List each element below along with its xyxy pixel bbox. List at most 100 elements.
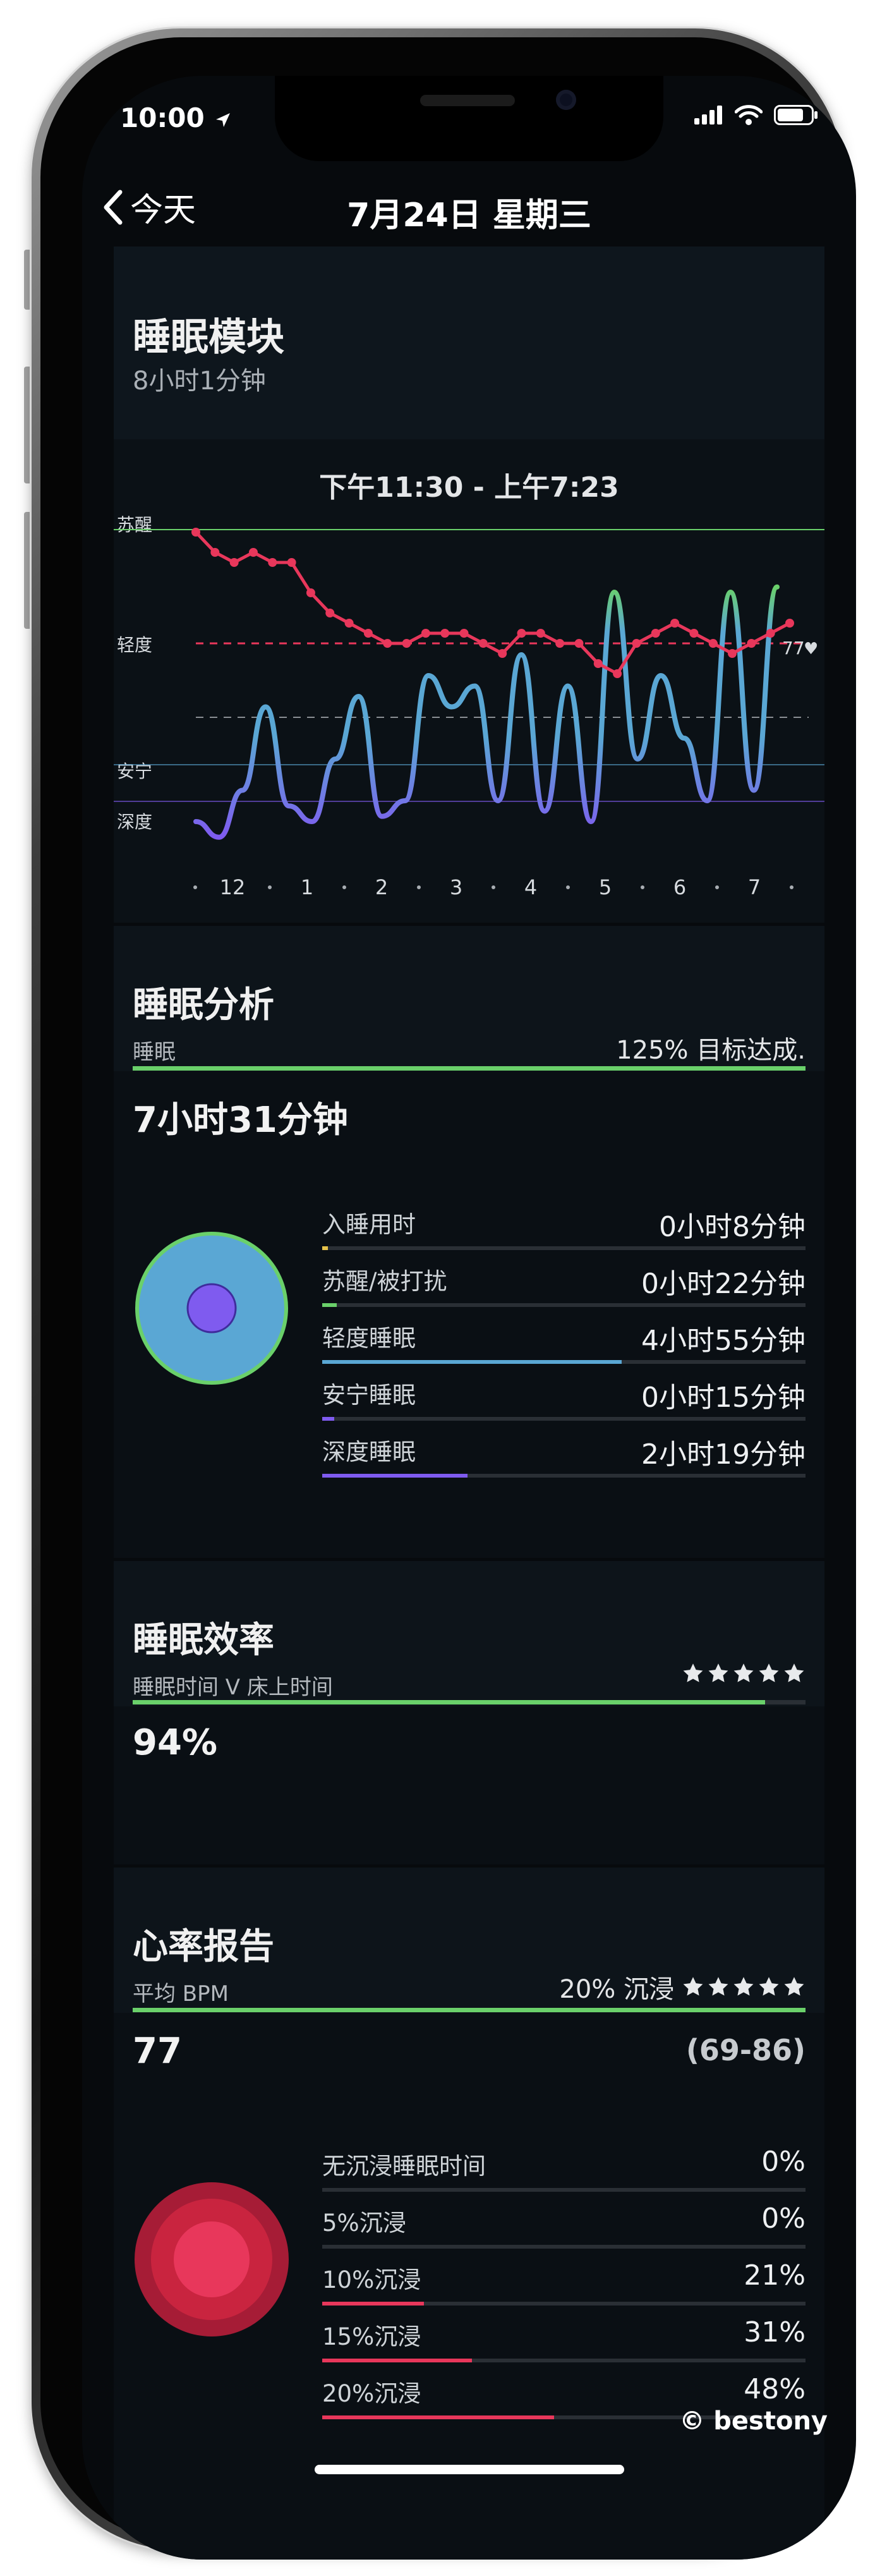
sleep-analysis-section: 睡眠分析 睡眠 125% 目标达成. 7小时31分钟 入睡用时 0小时8分钟 苏醒/…	[114, 926, 824, 1558]
heart-rate-point	[229, 558, 239, 567]
x-tick-dot	[268, 885, 272, 889]
heart-rate-point	[632, 639, 641, 648]
sleep-stage-line	[193, 584, 780, 840]
stage-label-restful: 安宁	[117, 761, 152, 782]
heart-rate-point	[498, 649, 507, 658]
efficiency-subtitle: 睡眠时间 V 床上时间	[133, 1675, 333, 1700]
x-tick-label: 2	[375, 875, 388, 899]
star-icon	[683, 1977, 703, 1996]
analysis-row-value: 2小时19分钟	[641, 1438, 806, 1471]
signal-icon	[694, 106, 722, 125]
analysis-row-bar	[322, 1303, 806, 1307]
heart-row: 无沉浸睡眠时间 0%	[322, 2146, 806, 2199]
screen: 10:00 今天 7月24日 星期三 睡眠模块 8小时1分钟 下午11:30 -…	[82, 76, 856, 2560]
heart-row-label: 5%沉浸	[322, 2209, 406, 2237]
analysis-row-value: 0小时8分钟	[659, 1211, 806, 1243]
analysis-row-value: 0小时15分钟	[641, 1382, 806, 1414]
sleep-module-title: 睡眠模块	[133, 315, 284, 360]
analysis-row: 入睡用时 0小时8分钟	[322, 1204, 806, 1258]
page-title: 7月24日 星期三	[347, 197, 591, 234]
efficiency-title: 睡眠效率	[133, 1620, 274, 1661]
heart-row-bar	[322, 2188, 806, 2192]
heart-row: 5%沉浸 0%	[322, 2202, 806, 2256]
chart-lines	[114, 528, 824, 840]
star-icon	[784, 1977, 804, 1996]
x-tick-label: 4	[524, 875, 537, 899]
stage-label-deep: 深度	[117, 811, 152, 832]
heart-row-value: 48%	[744, 2373, 806, 2405]
heart-title: 心率报告	[133, 1926, 274, 1967]
analysis-row-label: 安宁睡眠	[322, 1382, 416, 1409]
sleep-module-section: 睡眠模块 8小时1分钟 下午11:30 - 上午7:23 苏醒 轻度 安宁 深度…	[114, 246, 824, 923]
heart-row-bar	[322, 2302, 806, 2306]
heart-rate-point	[306, 588, 315, 597]
stage-label-awake: 苏醒	[117, 514, 152, 535]
camera	[556, 90, 576, 110]
x-tick-label: 5	[599, 875, 612, 899]
heart-rate-point	[670, 619, 680, 628]
x-tick-dot	[641, 885, 644, 889]
status-time: 10:00	[120, 102, 232, 133]
efficiency-progress	[133, 1700, 806, 1704]
analysis-row: 苏醒/被打扰 0小时22分钟	[322, 1261, 806, 1315]
goal-text: 125% 目标达成.	[616, 1036, 806, 1065]
heart-row-label: 10%沉浸	[322, 2266, 421, 2293]
heart-rate-point	[459, 629, 469, 638]
x-tick-dot	[715, 885, 719, 889]
analysis-row-label: 深度睡眠	[322, 1438, 416, 1466]
heart-rate-point	[248, 548, 258, 557]
analysis-row: 安宁睡眠 0小时15分钟	[322, 1375, 806, 1428]
battery-icon	[774, 105, 818, 125]
heart-row-label: 15%沉浸	[322, 2323, 421, 2350]
heart-rate-point	[536, 629, 545, 638]
x-tick-dot	[193, 885, 197, 889]
analysis-row-label: 轻度睡眠	[322, 1325, 416, 1352]
heart-row-value: 31%	[744, 2316, 806, 2348]
x-tick-dot	[342, 885, 346, 889]
volume-down-button[interactable]	[24, 512, 32, 629]
sleep-ring-chart	[135, 1232, 288, 1385]
heart-row: 10%沉浸 21%	[322, 2259, 806, 2313]
heart-rate-point	[574, 639, 584, 648]
credit: © bestony	[679, 2407, 828, 2436]
analysis-row-bar	[322, 1417, 806, 1421]
star-icon	[759, 1977, 779, 1996]
heart-row-bar	[322, 2359, 806, 2362]
heart-rate-point	[287, 558, 296, 567]
heart-rate-point	[651, 629, 660, 638]
x-tick-dot	[492, 885, 495, 889]
home-indicator[interactable]	[315, 2465, 624, 2474]
mute-switch[interactable]	[24, 250, 32, 310]
heart-rate-point	[728, 649, 737, 658]
heart-range: (69-86)	[685, 2033, 806, 2067]
location-icon	[216, 112, 231, 127]
heart-subtitle: 平均 BPM	[133, 1981, 229, 2007]
star-icon	[708, 1977, 728, 1996]
heart-rate-point	[785, 619, 794, 628]
total-sleep: 7小时31分钟	[133, 1100, 348, 1141]
star-icon	[733, 1663, 754, 1682]
status-icons	[694, 102, 818, 128]
heart-row: 15%沉浸 31%	[322, 2316, 806, 2370]
analysis-row-value: 4小时55分钟	[641, 1325, 806, 1357]
heart-rate-point	[766, 629, 775, 638]
analysis-title: 睡眠分析	[133, 985, 274, 1026]
heart-progress	[133, 2008, 806, 2012]
x-tick-label: 1	[301, 875, 313, 899]
heart-rate-point	[708, 639, 718, 648]
x-tick-dot	[566, 885, 570, 889]
stage-label-light: 轻度	[117, 635, 152, 655]
heart-rate-point	[325, 609, 335, 617]
x-tick-label: 3	[450, 875, 462, 899]
heart-row-bar	[322, 2245, 806, 2249]
sleep-duration: 8小时1分钟	[133, 367, 266, 396]
volume-up-button[interactable]	[24, 367, 32, 483]
heart-rate-point	[383, 639, 392, 648]
goal-progress	[133, 1066, 806, 1071]
heart-ring-chart	[135, 2182, 289, 2336]
efficiency-stars	[682, 1662, 806, 1685]
analysis-row-value: 0小时22分钟	[641, 1268, 806, 1300]
efficiency-value: 94%	[133, 1722, 218, 1763]
heart-rate-point	[689, 629, 699, 638]
heart-rate-point	[613, 669, 622, 678]
